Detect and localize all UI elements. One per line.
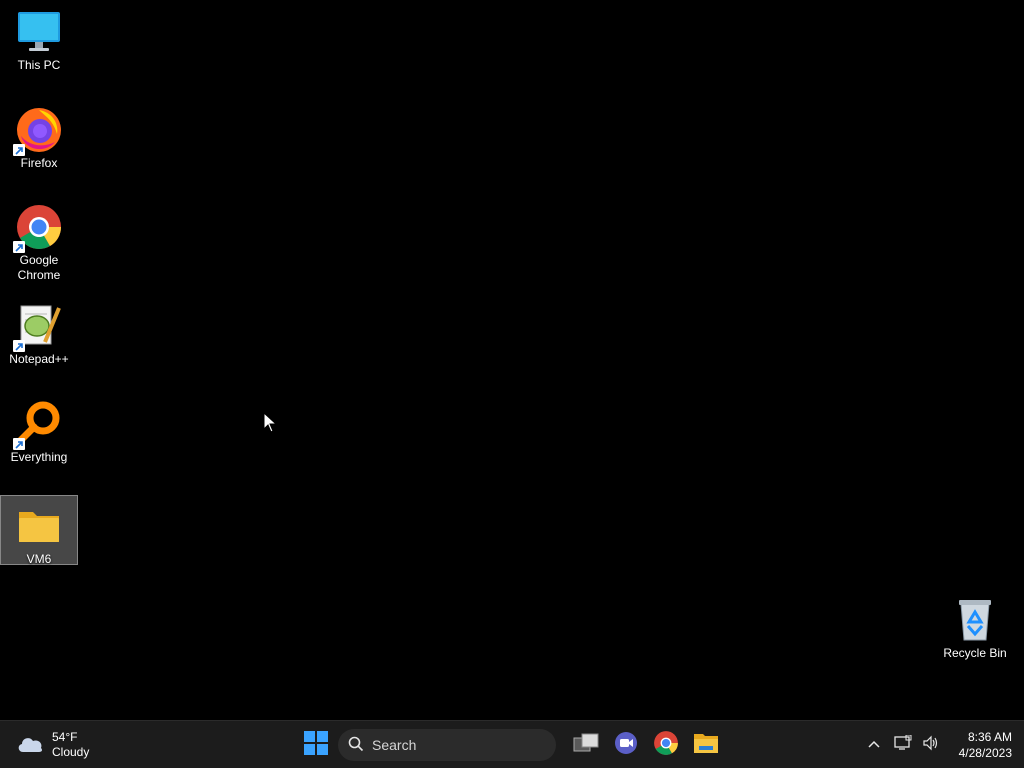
system-tray: 8:36 AM 4/28/2023 [859,727,1012,763]
volume-icon [922,735,940,756]
firefox-icon [13,106,63,156]
weather-condition: Cloudy [52,745,90,759]
weather-widget[interactable]: 54°F Cloudy [16,729,89,761]
volume-button[interactable] [917,727,945,763]
desktop-icon-label: VM6 [26,552,52,566]
desktop-icon-google-chrome[interactable]: Google Chrome [1,203,77,283]
shortcut-arrow-icon [13,438,25,450]
desktop-icon-label: Everything [10,450,68,464]
start-button[interactable] [296,727,336,763]
file-explorer-icon [693,731,719,760]
task-view-icon [573,732,599,759]
everything-search-icon [13,400,63,450]
cloud-icon [16,732,44,759]
taskbar: 54°F Cloudy Search 8:36 AM 4/28/2023 [0,720,1024,768]
shortcut-arrow-icon [13,340,25,352]
chrome-icon [653,730,679,761]
chevron-up-icon [867,736,881,754]
desktop-icon-vm6[interactable]: VM6 [0,495,78,566]
taskbar-center: Search [296,727,726,763]
show-hidden-icons-button[interactable] [859,727,889,763]
network-icon [893,734,912,756]
desktop-icon-recycle-bin[interactable]: Recycle Bin [937,596,1013,661]
desktop-icon-label: Google Chrome [17,253,61,282]
chrome-icon [13,203,63,253]
search-icon [348,736,364,755]
desktop-icon-label: This PC [17,58,61,72]
clock[interactable]: 8:36 AM 4/28/2023 [959,729,1012,761]
shortcut-arrow-icon [13,144,25,156]
network-button[interactable] [889,727,917,763]
weather-temperature: 54°F [52,730,78,744]
desktop-icon-this-pc[interactable]: This PC [1,8,77,73]
windows-start-icon [304,730,328,760]
desktop-icon-label: Recycle Bin [943,646,1007,660]
task-view-button[interactable] [566,727,606,763]
clock-time: 8:36 AM [967,730,1012,744]
desktop-icon-notepad-plus-plus[interactable]: Notepad++ [1,302,77,367]
desktop-icon-everything[interactable]: Everything [1,400,77,465]
teams-chat-icon [613,730,639,761]
taskbar-search-box[interactable]: Search [338,729,556,761]
monitor-icon [15,8,63,56]
mouse-cursor-icon [263,411,278,439]
folder-icon [15,502,63,550]
teams-chat-button[interactable] [606,727,646,763]
chrome-taskbar-button[interactable] [646,727,686,763]
desktop: This PC Firefox Google Chrome Notepad++ … [0,0,1024,720]
notepadpp-icon [13,302,63,352]
desktop-icon-label: Firefox [20,156,58,170]
clock-date: 4/28/2023 [958,746,1012,760]
shortcut-arrow-icon [13,241,25,253]
desktop-icon-label: Notepad++ [9,352,69,366]
recycle-bin-icon [951,596,999,644]
search-placeholder: Search [372,737,417,753]
desktop-icon-firefox[interactable]: Firefox [1,106,77,171]
file-explorer-button[interactable] [686,727,726,763]
